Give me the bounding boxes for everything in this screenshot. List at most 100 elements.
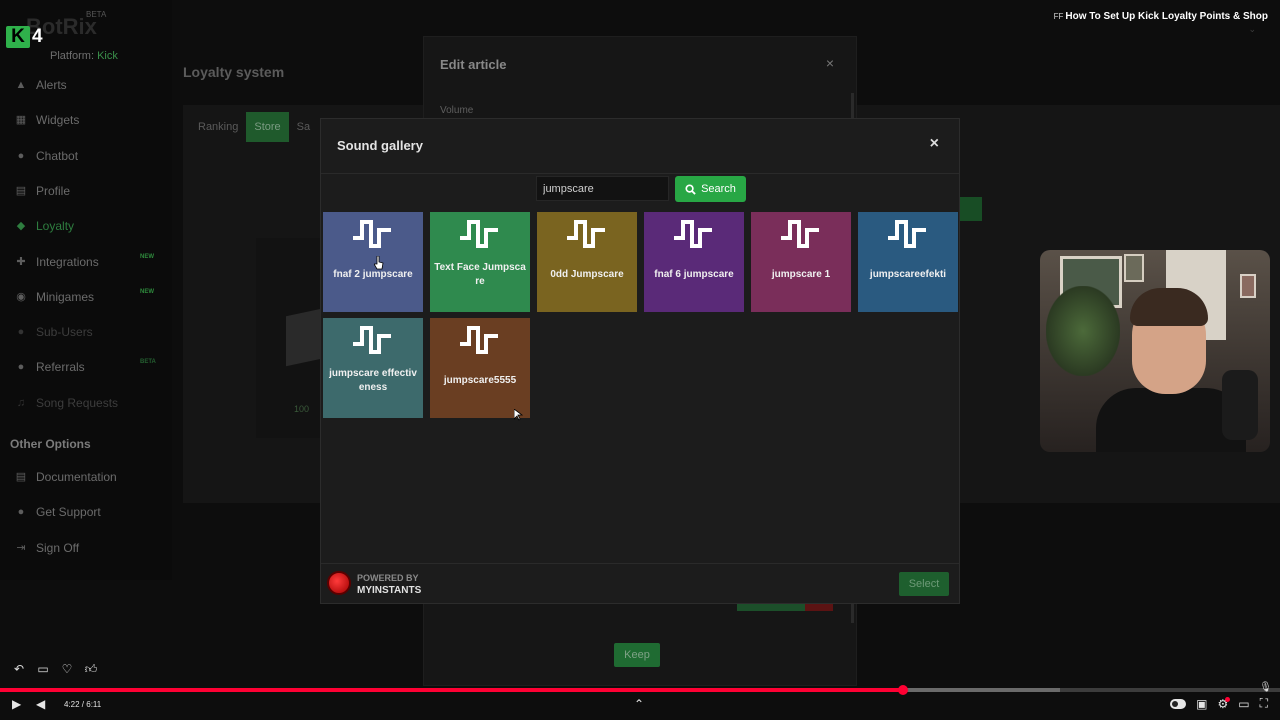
sound-tile[interactable]: jumpscare5555 — [430, 318, 530, 418]
webcam-microphone — [1222, 370, 1258, 440]
brand: BotRix BETA K 4 Platform: Kick — [6, 10, 166, 66]
sound-tile[interactable]: jumpscare effectiveness — [323, 318, 423, 418]
play-icon[interactable]: ▶ — [12, 697, 21, 711]
loyalty-icon: ◆ — [16, 220, 26, 232]
sound-tile[interactable]: 0dd Jumpscare — [537, 212, 637, 312]
sound-tile[interactable]: Text Face Jumpscare — [430, 212, 530, 312]
sound-label-wrap: fnaf 2 jumpscare — [327, 250, 419, 312]
video-right-controls: ▣ ⚙ ▭ ⛶ — [1170, 696, 1268, 711]
music-icon: ♫ — [16, 397, 26, 409]
subtitles-icon[interactable]: ▣ — [1196, 697, 1207, 711]
sound-label-wrap: jumpscare5555 — [434, 356, 526, 418]
sidebar-item-label: Profile — [36, 184, 71, 198]
fullscreen-icon[interactable]: ⛶ — [1260, 696, 1268, 711]
microphone-icon[interactable]: 🎙︎ — [1259, 682, 1272, 693]
sidebar-item-label: Get Support — [36, 505, 101, 519]
sidebar-item-label: Song Requests — [36, 396, 119, 410]
warning-icon: ▲ — [15, 79, 27, 91]
dislike-icon[interactable]: ♡ — [60, 662, 74, 677]
gamepad-icon: ◉ — [16, 291, 26, 303]
sidebar: BotRix BETA K 4 Platform: Kick ▲ Alerts ▦… — [0, 0, 172, 580]
sound-label-wrap: 0dd Jumpscare — [541, 250, 633, 312]
video-frame: BotRix BETA K 4 Platform: Kick ▲ Alerts ▦… — [0, 0, 1280, 720]
autoplay-toggle[interactable] — [1170, 698, 1187, 709]
sound-wave-icon — [781, 220, 819, 248]
sound-tile[interactable]: fnaf 6 jumpscare — [644, 212, 744, 312]
tab-store[interactable]: Store — [246, 112, 289, 142]
sidebar-item-referrals[interactable]: ● Referrals — [14, 357, 85, 377]
channel-count: 4 — [32, 26, 43, 47]
sidebar-item-documentation[interactable]: ▤ Documentation — [14, 467, 117, 487]
users-icon: ● — [17, 326, 25, 338]
arrow-cursor-icon — [514, 409, 523, 421]
sound-tile[interactable]: jumpscareefekti — [858, 212, 958, 312]
ghost-delete-button — [805, 603, 833, 611]
search-input[interactable] — [536, 176, 669, 201]
chevron-down-icon[interactable]: ⌄ — [1248, 24, 1256, 35]
beta-badge: BETA — [140, 359, 156, 365]
sidebar-item-label: Integrations — [36, 255, 99, 269]
sound-label: fnaf 6 jumpscare — [654, 269, 734, 280]
main-tabs: Ranking Store Sa — [190, 112, 318, 142]
new-badge: NEW — [140, 289, 154, 295]
sound-label: jumpscare5555 — [443, 375, 517, 386]
sidebar-item-chatbot[interactable]: ● Chatbot — [14, 146, 78, 166]
comment-icon[interactable]: ▭ — [36, 662, 50, 677]
volume-icon[interactable]: ◀ — [36, 697, 45, 711]
chevron-up-icon[interactable]: ⌃ — [634, 697, 644, 711]
support-icon: ● — [17, 506, 25, 518]
sound-wave-icon — [353, 220, 391, 248]
sidebar-item-widgets[interactable]: ▦ Widgets — [14, 110, 80, 130]
sound-label-wrap: fnaf 6 jumpscare — [648, 250, 740, 312]
sidebar-item-song-requests[interactable]: ♫ Song Requests — [14, 393, 118, 413]
sidebar-item-loyalty[interactable]: ◆ Loyalty — [14, 216, 74, 236]
powered-by-label: POWERED BY — [357, 573, 419, 583]
keep-button[interactable]: Keep — [614, 643, 660, 667]
sidebar-item-profile[interactable]: ▤ Profile — [14, 181, 70, 201]
like-icon[interactable]: 👍︎ — [84, 662, 98, 677]
sidebar-item-alerts[interactable]: ▲ Alerts — [14, 75, 67, 95]
sidebar-item-integrations[interactable]: ✚ Integrations — [14, 252, 99, 272]
profile-icon: ▤ — [15, 185, 27, 197]
tab-sa[interactable]: Sa — [289, 112, 318, 142]
modal-header: Sound gallery × — [321, 119, 959, 174]
video-title[interactable]: FF How To Set Up Kick Loyalty Points & Sh… — [1054, 11, 1268, 22]
platform-prefix: Platform: — [50, 50, 95, 62]
settings-icon[interactable]: ⚙ — [1217, 696, 1230, 711]
sidebar-item-get-support[interactable]: ● Get Support — [14, 502, 101, 522]
search-button-label: Search — [701, 183, 736, 195]
page-title: Loyalty system — [183, 64, 285, 80]
video-title-text: How To Set Up Kick Loyalty Points & Shop — [1065, 11, 1268, 22]
sidebar-item-label: Alerts — [36, 78, 67, 92]
ghost-action-buttons — [737, 603, 833, 611]
sidebar-item-label: Chatbot — [36, 149, 79, 163]
share-icon[interactable]: ↶ — [12, 662, 26, 677]
sidebar-item-sign-off[interactable]: ⇥ Sign Off — [14, 538, 79, 558]
sidebar-item-label: Documentation — [36, 470, 117, 484]
cast-icon[interactable]: ▭ — [1238, 697, 1249, 711]
sidebar-item-minigames[interactable]: ◉ Minigames — [14, 287, 94, 307]
sidebar-item-label: Loyalty — [36, 219, 75, 233]
sound-tile[interactable]: fnaf 2 jumpscare — [323, 212, 423, 312]
sound-label-wrap: jumpscare 1 — [755, 250, 847, 312]
sidebar-item-label: Minigames — [36, 290, 95, 304]
sound-wave-icon — [353, 326, 391, 354]
sound-tile[interactable]: jumpscare 1 — [751, 212, 851, 312]
video-progress-bar[interactable] — [0, 685, 1280, 695]
referrals-icon: ● — [17, 361, 25, 373]
close-icon[interactable]: × — [826, 55, 834, 71]
other-options-heading: Other Options — [10, 437, 91, 451]
close-icon[interactable]: × — [930, 135, 939, 153]
sidebar-item-sub-users[interactable]: ● Sub-Users — [14, 322, 93, 342]
sound-wave-icon — [567, 220, 605, 248]
sound-wave-icon — [460, 326, 498, 354]
tab-ranking[interactable]: Ranking — [190, 112, 246, 142]
sound-wave-icon — [674, 220, 712, 248]
document-icon: ▤ — [15, 471, 27, 483]
platform-label: Platform: Kick — [50, 50, 118, 62]
modal-title: Sound gallery — [337, 138, 423, 153]
sound-label-wrap: jumpscareefekti — [862, 250, 954, 312]
myinstants-logo-icon — [327, 571, 351, 595]
select-button[interactable]: Select — [899, 572, 949, 596]
search-button[interactable]: Search — [675, 176, 746, 202]
